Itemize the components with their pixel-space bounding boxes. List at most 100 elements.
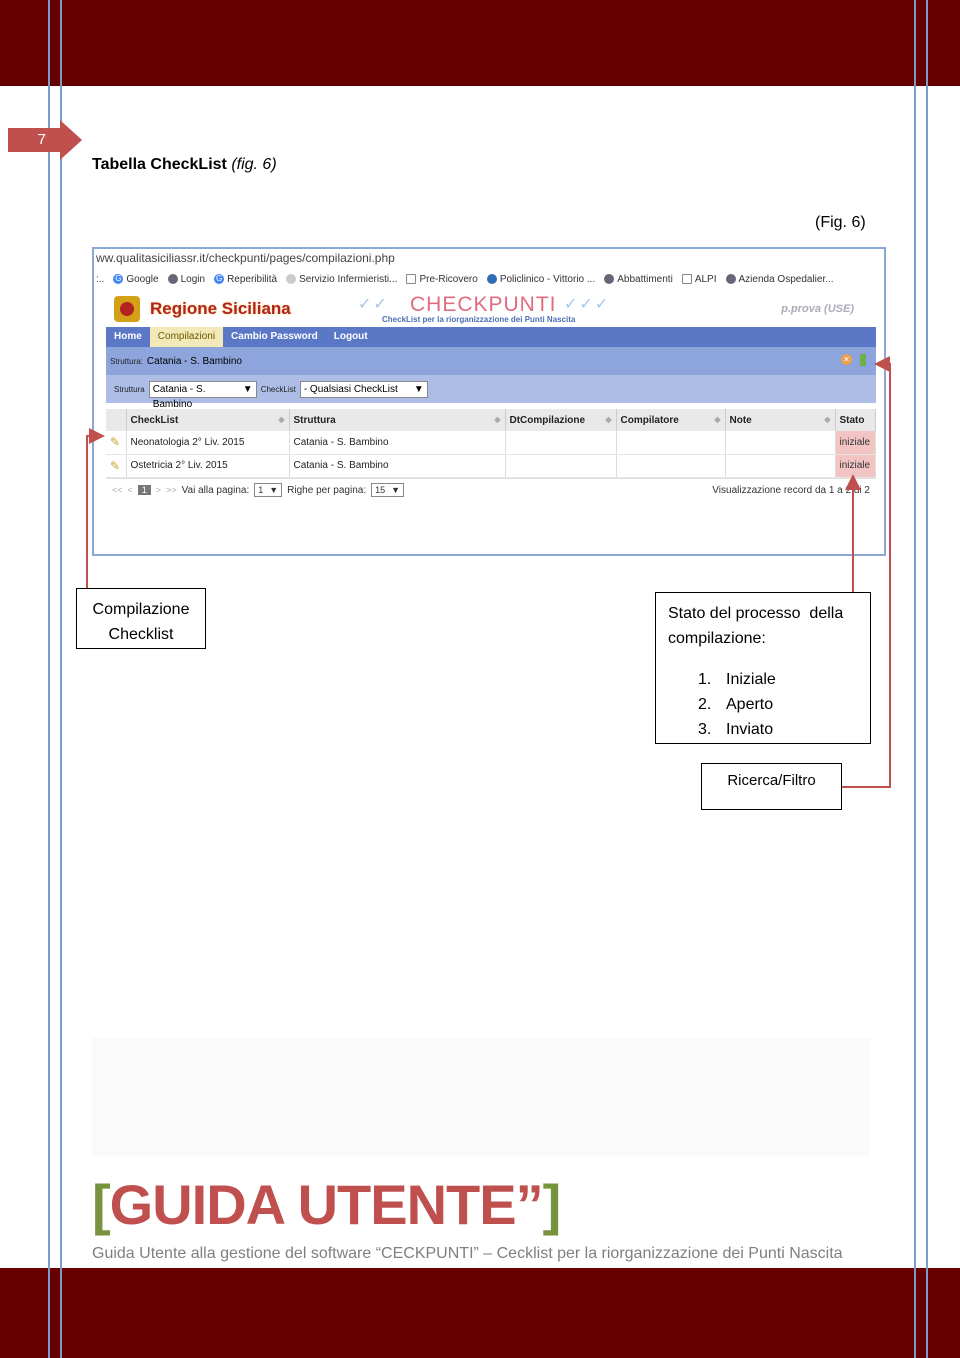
column-header-struttura[interactable]: Struttura ◆ xyxy=(289,409,506,431)
chevron-down-icon: ▼ xyxy=(269,485,279,495)
margin-line-right-outer xyxy=(926,0,928,1358)
record-count: Visualizzazione record da 1 a 2 di 2 xyxy=(712,484,870,496)
app-window: Regione Siciliana ✓✓ CHECKPUNTI ✓✓✓ Chec… xyxy=(106,291,876,511)
nav-compilazioni[interactable]: Compilazioni xyxy=(149,327,224,347)
site-icon xyxy=(167,274,178,284)
goto-page-label: Vai alla pagina: xyxy=(181,484,250,496)
pager-first-button[interactable]: << xyxy=(112,485,123,495)
edit-pencil-icon[interactable]: ✎ xyxy=(106,431,127,455)
cell-dtcompilazione xyxy=(505,454,617,478)
bookmark-item: ALPI xyxy=(681,274,717,285)
page-icon xyxy=(681,274,692,284)
footer-band xyxy=(0,1268,960,1358)
header-band xyxy=(0,0,960,86)
page-number-arrow xyxy=(60,120,82,160)
table-row: ✎ Ostetricia 2° Liv. 2015 Catania - S. B… xyxy=(106,454,876,478)
margin-line-left-inner xyxy=(60,0,62,1358)
callout-stato-line1: Stato del processo della xyxy=(668,605,844,622)
toggle-filter-icon[interactable] xyxy=(860,354,866,366)
nav-cambio-password[interactable]: Cambio Password xyxy=(223,327,326,347)
filter-checklist-label: CheckList xyxy=(260,384,296,394)
checkmarks-decoration-icon: ✓✓✓ xyxy=(564,296,611,313)
reset-filter-icon[interactable]: ✕ xyxy=(841,354,852,365)
rows-per-page-select[interactable]: 15 ▼ xyxy=(371,483,405,497)
margin-line-left-outer xyxy=(48,0,50,1358)
app-subtitle: CheckList per la riorganizzazione dei Pu… xyxy=(382,315,576,324)
chevron-down-icon: ▼ xyxy=(242,383,253,395)
column-header-note[interactable]: Note ◆ xyxy=(725,409,836,431)
callout-stato-line2: compilazione: xyxy=(668,630,766,647)
callout-compilazione-line2: Checklist xyxy=(108,626,174,643)
table-header-row: CheckList ◆ Struttura ◆ DtCompilazione ◆ Co… xyxy=(106,409,876,431)
cell-checklist: Ostetricia 2° Liv. 2015 xyxy=(126,454,290,478)
site-icon xyxy=(604,274,615,284)
site-icon xyxy=(725,274,736,284)
margin-line-right-inner xyxy=(914,0,916,1358)
bookmark-item: Policlinico - Vittorio ... xyxy=(486,274,595,285)
app-header: Regione Siciliana ✓✓ CHECKPUNTI ✓✓✓ Chec… xyxy=(106,291,876,327)
pager-prev-button[interactable]: < xyxy=(128,485,133,495)
section-heading: Tabella CheckList (fig. 6) xyxy=(92,156,277,174)
cell-struttura: Catania - S. Bambino xyxy=(289,431,506,455)
cell-note xyxy=(725,454,836,478)
sort-icon: ◆ xyxy=(494,415,501,424)
callout-ricerca: Ricerca/Filtro xyxy=(701,763,842,810)
goto-page-select[interactable]: 1 ▼ xyxy=(254,483,283,497)
pager-next-button[interactable]: > xyxy=(156,485,161,495)
checklist-select[interactable]: - Qualsiasi CheckList ▼ xyxy=(299,380,428,398)
nav-home[interactable]: Home xyxy=(106,327,150,347)
column-header-stato[interactable]: Stato xyxy=(835,409,876,431)
column-header-compilatore[interactable]: Compilatore ◆ xyxy=(616,409,726,431)
sort-icon: ◆ xyxy=(605,415,612,424)
regione-logo-icon xyxy=(114,296,140,322)
bookmark-item: Login xyxy=(167,274,205,285)
checkmarks-decoration-icon: ✓✓ xyxy=(358,296,389,313)
sort-icon: ◆ xyxy=(824,415,831,424)
pager-last-button[interactable]: >> xyxy=(166,485,177,495)
google-icon: G xyxy=(113,274,124,284)
callout-stato: Stato del processo della compilazione: 1… xyxy=(655,592,871,744)
page-number: 7 xyxy=(8,128,62,152)
edit-pencil-icon[interactable]: ✎ xyxy=(106,454,127,478)
nav-logout[interactable]: Logout xyxy=(326,327,376,347)
bookmark-item: Servizio Infermieristi... xyxy=(286,274,397,285)
bookmark-item: G Reperibilità xyxy=(214,273,278,285)
struttura-label: Struttura: xyxy=(110,356,143,366)
stato-list: 1. Iniziale 2. Aperto 3. Inviato xyxy=(668,667,858,742)
heading-text: Tabella CheckList xyxy=(92,156,227,173)
checklist-table: CheckList ◆ Struttura ◆ DtCompilazione ◆ Co… xyxy=(106,409,876,478)
chevron-down-icon: ▼ xyxy=(413,383,424,395)
sort-icon: ◆ xyxy=(714,415,721,424)
callout-compilazione: Compilazione Checklist xyxy=(76,588,206,649)
guide-title: [GUIDA UTENTE”] xyxy=(92,1173,561,1236)
column-header-checklist[interactable]: CheckList ◆ xyxy=(126,409,290,431)
user-label: p.prova (USE) xyxy=(781,303,854,315)
cell-dtcompilazione xyxy=(505,431,617,455)
app-title: CHECKPUNTI xyxy=(410,293,557,316)
struttura-bar: Struttura: Catania - S. Bambino ✕ xyxy=(106,347,876,375)
cell-struttura: Catania - S. Bambino xyxy=(289,454,506,478)
bookmarks-overflow: :.. xyxy=(96,273,105,285)
rows-per-page-label: Righe per pagina: xyxy=(287,484,367,496)
site-icon xyxy=(286,274,297,284)
struttura-select[interactable]: Catania - S. Bambino ▼ xyxy=(148,380,257,410)
guide-subtitle: Guida Utente alla gestione del software … xyxy=(92,1245,843,1262)
bookmark-item: G Google xyxy=(113,273,159,285)
cell-compilatore xyxy=(616,431,726,455)
cell-checklist: Neonatologia 2° Liv. 2015 xyxy=(126,431,290,455)
struttura-actions: ✕ xyxy=(841,354,866,366)
table-row: ✎ Neonatologia 2° Liv. 2015 Catania - S.… xyxy=(106,431,876,455)
pager-current-page[interactable]: 1 xyxy=(137,485,151,495)
column-header-dtcompilazione[interactable]: DtCompilazione ◆ xyxy=(505,409,617,431)
list-item: 1. Iniziale xyxy=(698,671,776,688)
callout-compilazione-line1: Compilazione xyxy=(92,601,190,618)
sort-icon: ◆ xyxy=(278,415,285,424)
screenshot-figure: ww.qualitasiciliassr.it/checkpunti/pages… xyxy=(92,247,886,556)
cell-compilatore xyxy=(616,454,726,478)
footer-shade xyxy=(92,1038,870,1156)
bookmark-item: Azienda Ospedalier... xyxy=(725,274,834,285)
list-item: 3. Inviato xyxy=(698,721,774,738)
url-bar: ww.qualitasiciliassr.it/checkpunti/pages… xyxy=(96,251,395,265)
figure-caption: (Fig. 6) xyxy=(815,214,866,231)
cell-note xyxy=(725,431,836,455)
